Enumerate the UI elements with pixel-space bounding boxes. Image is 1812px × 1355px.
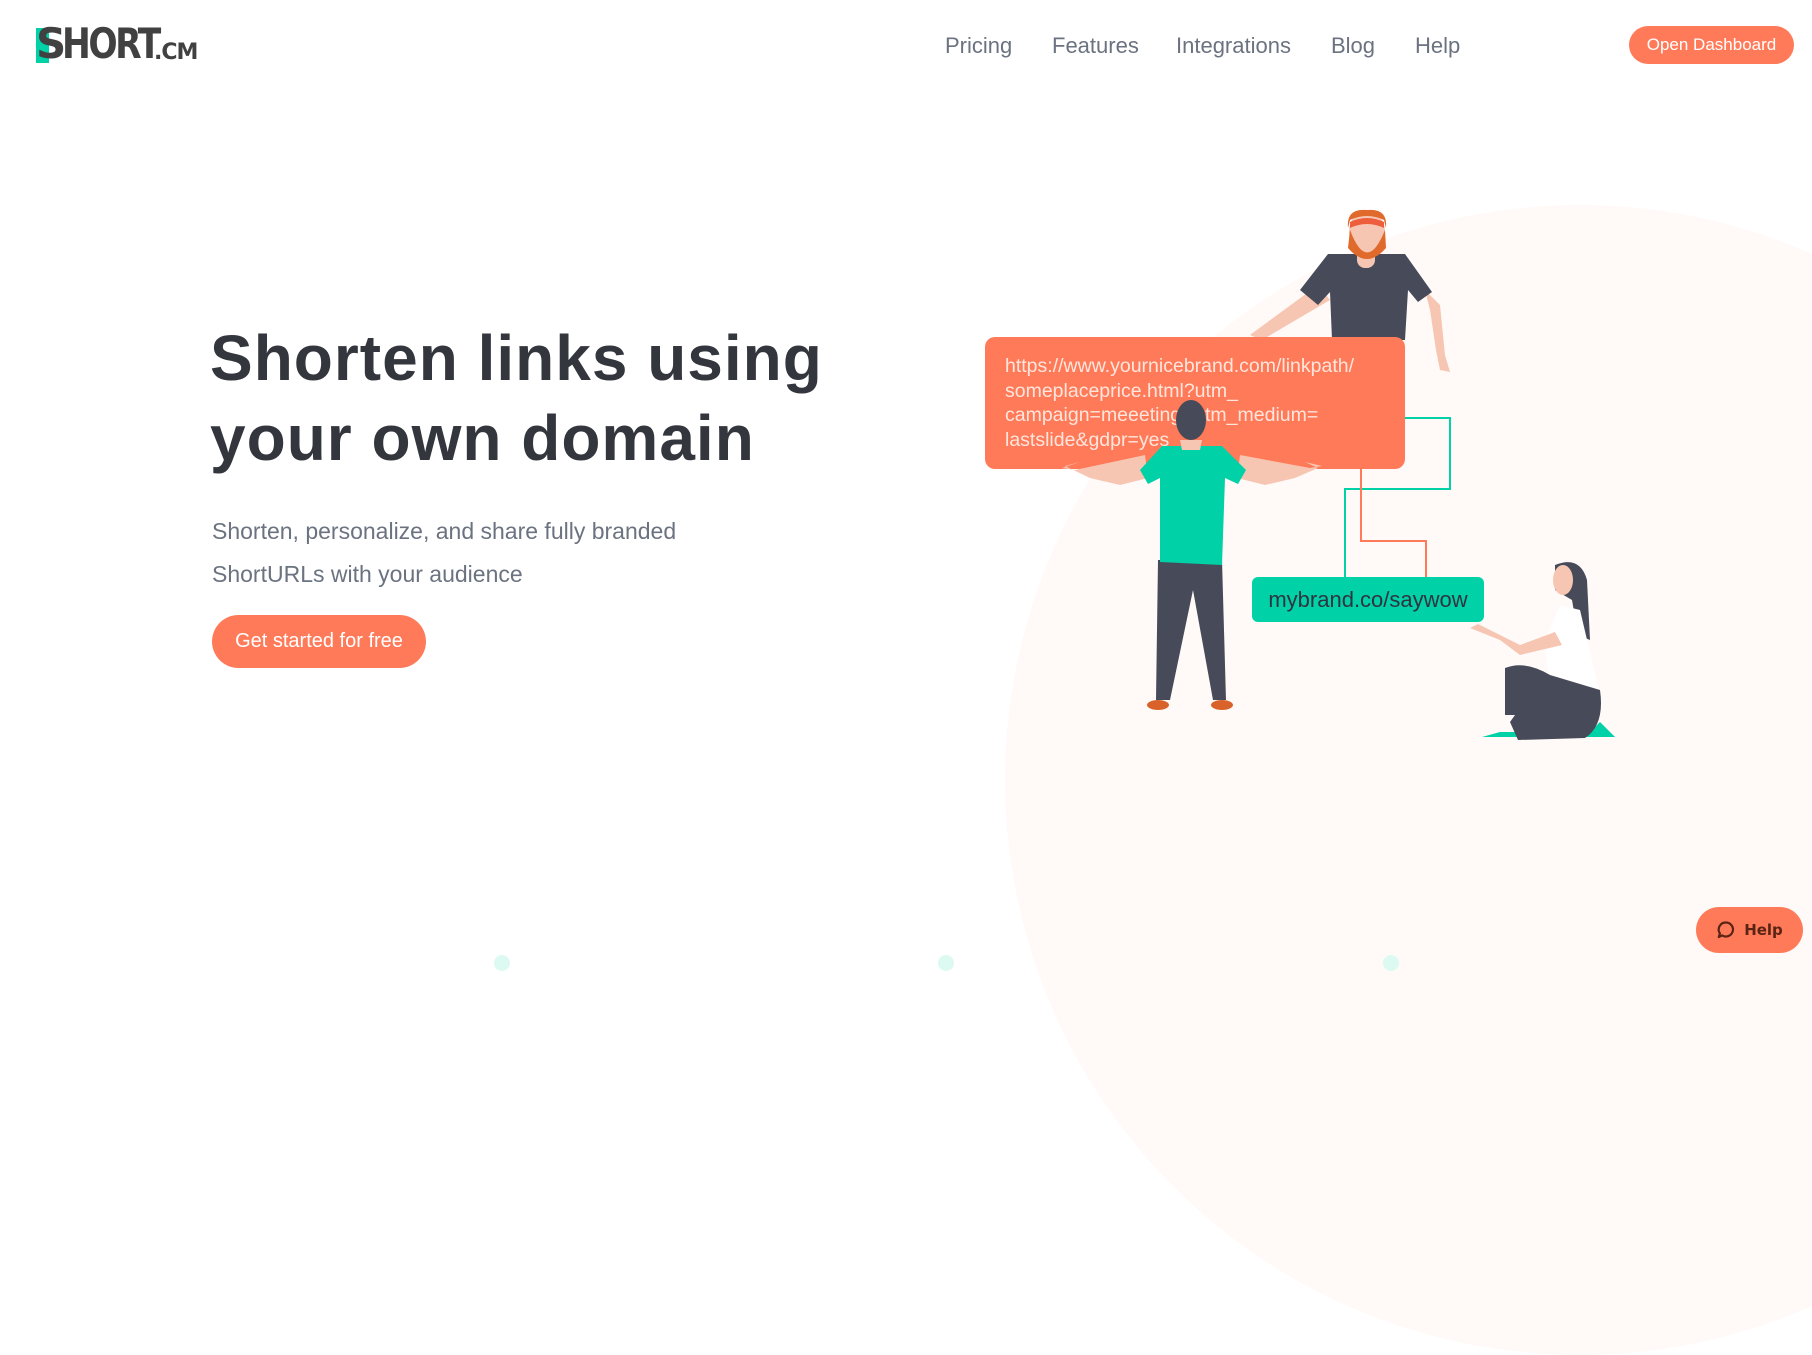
man-mid-neck <box>1180 440 1202 450</box>
man-mid-right-arm <box>1237 455 1322 485</box>
decorative-dot <box>494 955 510 971</box>
kneeling-woman <box>1470 562 1615 740</box>
man-mid-hair <box>1176 400 1206 440</box>
chat-bubble-icon <box>1717 921 1735 939</box>
help-widget-label: Help <box>1744 921 1783 939</box>
man-mid-shirt <box>1140 446 1246 565</box>
help-widget-button[interactable]: Help <box>1696 907 1803 953</box>
woman-face <box>1553 565 1573 595</box>
man-mid-left-shoe <box>1147 700 1169 710</box>
man-mid-left-arm <box>1062 455 1148 485</box>
short-url-card: mybrand.co/saywow <box>1252 577 1484 622</box>
decorative-dot <box>1383 955 1399 971</box>
man-mid-right-shoe <box>1211 700 1233 710</box>
illustration-front-layer <box>1062 400 1615 740</box>
man-mid-pants <box>1156 560 1226 700</box>
decorative-dot <box>938 955 954 971</box>
standing-man-middle <box>1062 400 1322 710</box>
orange-connector-line <box>1360 469 1427 577</box>
